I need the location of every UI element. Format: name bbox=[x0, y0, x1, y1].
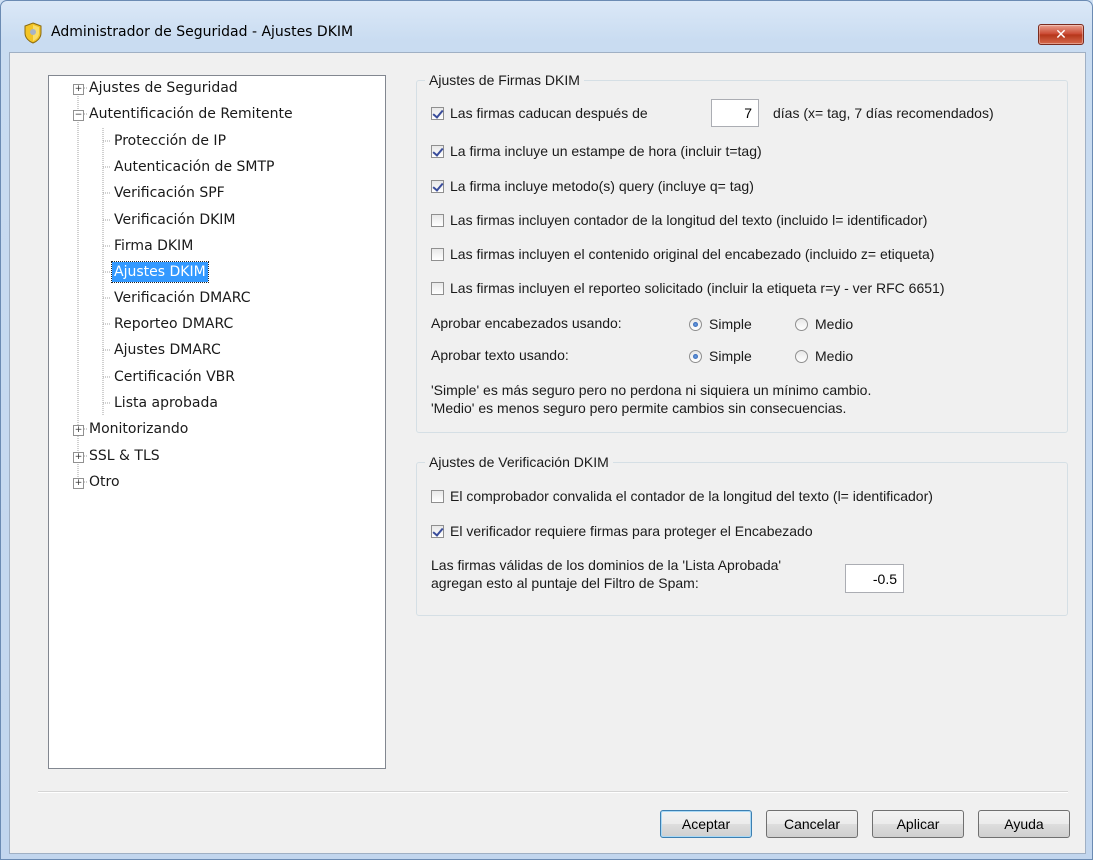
expire-label: Las firmas caducan después de bbox=[450, 105, 648, 121]
button-separator bbox=[38, 791, 1068, 793]
body-simple-radio[interactable] bbox=[689, 350, 702, 363]
radio-label: Simple bbox=[709, 316, 752, 332]
dkim-verification-group: Ajustes de Verificación DKIM El comproba… bbox=[416, 454, 1068, 616]
dialog-client: + Ajustes de Seguridad − Autentificación… bbox=[9, 52, 1086, 854]
score-label-line-1: Las firmas válidas de los dominios de la… bbox=[431, 557, 782, 573]
group-title: Ajustes de Firmas DKIM bbox=[425, 72, 584, 88]
tree-item-label: Ajustes de Seguridad bbox=[89, 80, 238, 96]
expand-icon[interactable]: + bbox=[73, 84, 84, 95]
tree-item-label: Protección de IP bbox=[114, 133, 227, 149]
dialog-window: Administrador de Seguridad - Ajustes DKI… bbox=[0, 0, 1093, 860]
option-label: Las firmas incluyen el contenido origina… bbox=[450, 246, 935, 262]
settings-tree[interactable]: + Ajustes de Seguridad − Autentificación… bbox=[48, 75, 386, 769]
tree-item-label: Lista aprobada bbox=[114, 395, 218, 411]
apply-button[interactable]: Aplicar bbox=[872, 810, 964, 838]
tree-item-label: Reporteo DMARC bbox=[114, 316, 234, 332]
tree-item-label: Autentificación de Remitente bbox=[89, 106, 293, 122]
canon-note-line-1: 'Simple' es más seguro pero no perdona n… bbox=[431, 382, 872, 398]
canon-note-line-2: 'Medio' es menos seguro pero permite cam… bbox=[431, 400, 847, 416]
close-button[interactable]: ✕ bbox=[1038, 24, 1084, 45]
cancel-button[interactable]: Cancelar bbox=[766, 810, 858, 838]
timestamp-checkbox[interactable] bbox=[431, 145, 444, 158]
window-title: Administrador de Seguridad - Ajustes DKI… bbox=[51, 24, 354, 40]
score-label-line-2: agregan esto al puntaje del Filtro de Sp… bbox=[431, 575, 699, 591]
group-title: Ajustes de Verificación DKIM bbox=[425, 454, 613, 470]
ok-button[interactable]: Aceptar bbox=[660, 810, 752, 838]
option-label: La firma incluye metodo(s) query (incluy… bbox=[450, 178, 754, 194]
option-label: El verificador requiere firmas para prot… bbox=[450, 523, 813, 539]
headers-simple-radio[interactable] bbox=[689, 318, 702, 331]
option-label: El comprobador convalida el contador de … bbox=[450, 488, 933, 504]
original-headers-checkbox[interactable] bbox=[431, 248, 444, 261]
canon-body-label: Aprobar texto usando: bbox=[431, 347, 569, 363]
tree-item-label: Certificación VBR bbox=[114, 369, 236, 385]
option-label: Las firmas incluyen contador de la longi… bbox=[450, 212, 928, 228]
tree-item-label: Verificación DKIM bbox=[114, 212, 236, 228]
body-medio-radio[interactable] bbox=[795, 350, 808, 363]
expire-suffix: días (x= tag, 7 días recomendados) bbox=[773, 105, 994, 121]
expand-icon[interactable]: + bbox=[73, 452, 84, 463]
canon-headers-label: Aprobar encabezados usando: bbox=[431, 315, 622, 331]
shield-icon bbox=[24, 22, 42, 44]
body-length-checkbox[interactable] bbox=[431, 214, 444, 227]
reporting-request-checkbox[interactable] bbox=[431, 282, 444, 295]
expand-icon[interactable]: + bbox=[73, 425, 84, 436]
radio-label: Medio bbox=[815, 316, 854, 332]
radio-label: Simple bbox=[709, 348, 752, 364]
tree-item-label: Firma DKIM bbox=[114, 238, 194, 254]
tree-item-label: Ajustes DKIM bbox=[111, 261, 209, 283]
help-button[interactable]: Ayuda bbox=[978, 810, 1070, 838]
collapse-icon[interactable]: − bbox=[73, 110, 84, 121]
tree-item-label: Otro bbox=[89, 474, 120, 490]
tree-item-label: Ajustes DMARC bbox=[114, 342, 221, 358]
option-label: La firma incluye un estampe de hora (inc… bbox=[450, 143, 762, 159]
close-icon: ✕ bbox=[1055, 26, 1067, 43]
tree-item-label: Autenticación de SMTP bbox=[114, 159, 275, 175]
tree-item-label: SSL & TLS bbox=[89, 448, 160, 464]
tree-item-label: Monitorizando bbox=[89, 421, 189, 437]
expand-icon[interactable]: + bbox=[73, 478, 84, 489]
query-method-checkbox[interactable] bbox=[431, 180, 444, 193]
tree-item-label: Verificación DMARC bbox=[114, 290, 251, 306]
validate-length-checkbox[interactable] bbox=[431, 490, 444, 503]
headers-medio-radio[interactable] bbox=[795, 318, 808, 331]
title-bar: Administrador de Seguridad - Ajustes DKI… bbox=[1, 1, 1092, 45]
spam-score-input[interactable] bbox=[845, 564, 904, 593]
expire-checkbox[interactable] bbox=[431, 107, 444, 120]
require-header-checkbox[interactable] bbox=[431, 525, 444, 538]
tree-item-label: Verificación SPF bbox=[114, 185, 225, 201]
expire-days-input[interactable] bbox=[711, 99, 759, 127]
option-label: Las firmas incluyen el reporteo solicita… bbox=[450, 280, 945, 296]
radio-label: Medio bbox=[815, 348, 854, 364]
dkim-signing-group: Ajustes de Firmas DKIM Las firmas caduca… bbox=[416, 72, 1068, 433]
